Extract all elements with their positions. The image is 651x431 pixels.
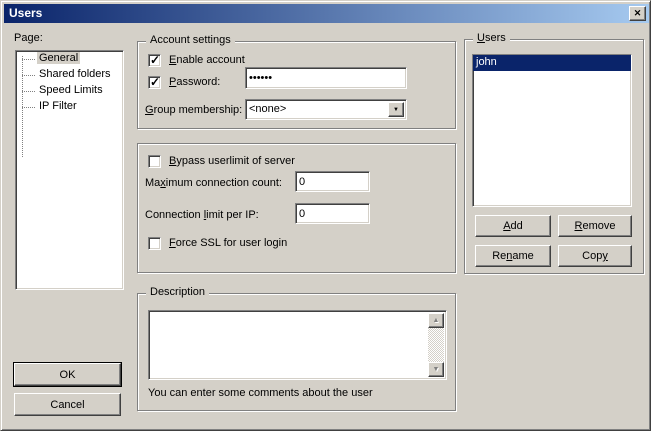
- close-icon[interactable]: ✕: [629, 6, 646, 21]
- account-settings-group: Account settings Enable account Password…: [137, 41, 456, 129]
- bypass-userlimit-checkbox[interactable]: [148, 155, 161, 168]
- scroll-up-icon[interactable]: ▲: [428, 313, 444, 328]
- users-dialog: Users ✕ Page: General Shared folders Spe…: [0, 0, 651, 431]
- tree-item-speed-limits[interactable]: Speed Limits: [16, 83, 123, 99]
- remove-user-button-label: Remove: [575, 220, 616, 232]
- tree-item-label[interactable]: General: [37, 52, 80, 64]
- users-listbox[interactable]: john: [472, 54, 632, 207]
- tree-item-general[interactable]: General: [16, 51, 123, 67]
- page-label: Page:: [14, 32, 43, 44]
- tree-connector: [22, 107, 35, 108]
- enable-account-checkbox[interactable]: [148, 54, 161, 67]
- tree-connector: [22, 91, 35, 92]
- connection-limit-per-ip-label: Connection limit per IP:: [145, 209, 259, 221]
- add-user-button-label: Add: [503, 220, 523, 232]
- force-ssl-checkbox[interactable]: [148, 237, 161, 250]
- description-hint: You can enter some comments about the us…: [148, 387, 373, 399]
- bypass-userlimit-label: Bypass userlimit of server: [169, 155, 295, 167]
- tree-connector: [22, 59, 35, 60]
- ok-button[interactable]: OK: [14, 363, 121, 386]
- tree-item-label[interactable]: Shared folders: [37, 68, 113, 80]
- account-settings-title: Account settings: [146, 34, 235, 46]
- user-list-item[interactable]: john: [473, 55, 631, 71]
- chevron-down-icon[interactable]: ▼: [388, 102, 404, 117]
- description-title: Description: [146, 286, 209, 298]
- add-user-button[interactable]: Add: [475, 215, 551, 237]
- description-group: Description ▲ ▼ You can enter some comme…: [137, 293, 456, 411]
- tree-item-shared-folders[interactable]: Shared folders: [16, 67, 123, 83]
- max-connection-count-label: Maximum connection count:: [145, 177, 282, 189]
- cancel-button-label: Cancel: [50, 399, 84, 411]
- page-tree[interactable]: General Shared folders Speed Limits IP F…: [15, 50, 124, 290]
- titlebar: Users ✕: [4, 4, 649, 23]
- tree-item-label[interactable]: Speed Limits: [37, 84, 105, 96]
- window-title: Users: [9, 6, 42, 20]
- copy-user-button-label: Copy: [582, 250, 608, 262]
- description-textarea[interactable]: ▲ ▼: [148, 310, 447, 380]
- copy-user-button[interactable]: Copy: [558, 245, 632, 267]
- rename-user-button[interactable]: Rename: [475, 245, 551, 267]
- group-membership-value: <none>: [249, 103, 386, 115]
- description-scrollbar[interactable]: ▲ ▼: [428, 313, 444, 377]
- ok-button-label: OK: [60, 369, 76, 381]
- connection-limit-per-ip-input[interactable]: [295, 203, 370, 224]
- group-membership-select[interactable]: <none> ▼: [245, 99, 407, 120]
- users-group: Users john Add Remove Rename Copy: [464, 39, 644, 274]
- rename-user-button-label: Rename: [492, 250, 534, 262]
- scroll-down-icon[interactable]: ▼: [428, 362, 444, 377]
- password-checkbox[interactable]: [148, 76, 161, 89]
- password-input[interactable]: [245, 67, 407, 89]
- tree-item-label[interactable]: IP Filter: [37, 100, 79, 112]
- max-connection-count-input[interactable]: [295, 171, 370, 192]
- password-label: Password:: [169, 76, 220, 88]
- tree-connector: [22, 75, 35, 76]
- cancel-button[interactable]: Cancel: [14, 393, 121, 416]
- users-group-title: Users: [473, 32, 510, 44]
- enable-account-label: Enable account: [169, 54, 245, 66]
- force-ssl-label: Force SSL for user login: [169, 237, 287, 249]
- limits-group: Bypass userlimit of server Maximum conne…: [137, 143, 456, 273]
- tree-item-ip-filter[interactable]: IP Filter: [16, 99, 123, 115]
- remove-user-button[interactable]: Remove: [558, 215, 632, 237]
- group-membership-label: Group membership:: [145, 104, 242, 116]
